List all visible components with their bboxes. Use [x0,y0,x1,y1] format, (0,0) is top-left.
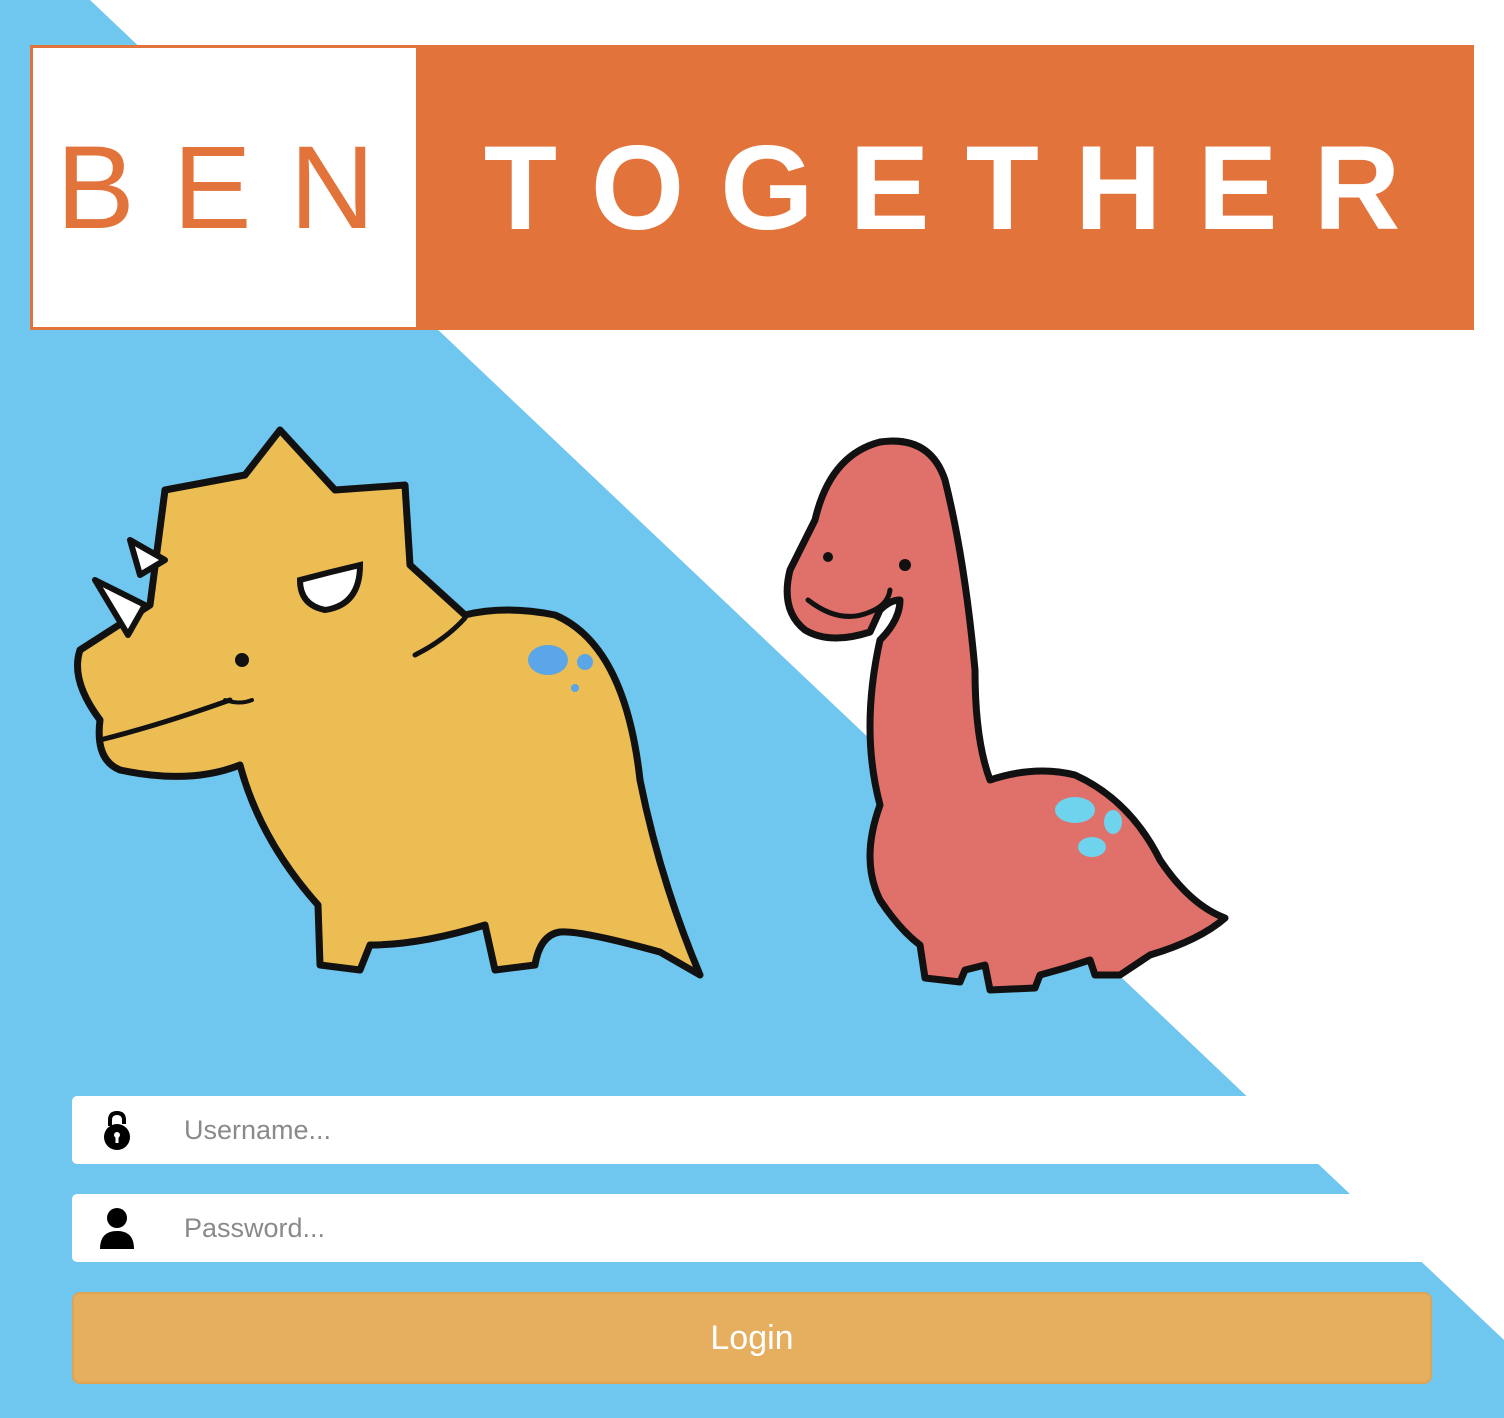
logo-ben-text: BEN [56,121,413,254]
username-field-group [72,1096,1432,1164]
dinosaur-illustration [74,426,1229,994]
password-field-group [72,1194,1432,1262]
user-icon [72,1194,162,1262]
logo-together-box: TOGETHER [416,45,1474,330]
lock-icon [72,1096,162,1164]
brontosaurus-illustration [783,437,1229,994]
logo-ben-box: BEN [30,45,416,330]
login-button[interactable]: Login [72,1292,1432,1384]
username-input[interactable] [162,1099,1432,1161]
bentogether-logo: BEN TOGETHER [30,45,1474,330]
password-input[interactable] [162,1197,1432,1259]
logo-together-text: TOGETHER [483,120,1437,255]
triceratops-illustration [74,426,704,979]
